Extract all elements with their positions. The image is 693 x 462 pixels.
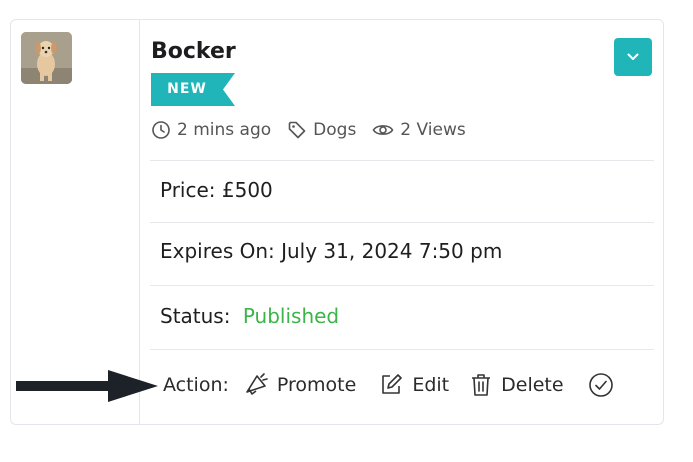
listing-thumbnail[interactable] bbox=[21, 32, 72, 84]
expires-row: Expires On: July 31, 2024 7:50 pm bbox=[160, 239, 503, 263]
tag-icon bbox=[288, 121, 306, 139]
divider bbox=[150, 160, 654, 161]
category-text: Dogs bbox=[313, 120, 357, 140]
action-bar: Action: Promote Edit Delete bbox=[163, 370, 622, 400]
new-badge: NEW bbox=[151, 73, 235, 106]
trash-icon bbox=[472, 374, 491, 396]
divider bbox=[150, 222, 654, 223]
clock-icon bbox=[152, 121, 170, 139]
edit-label: Edit bbox=[412, 374, 450, 396]
new-badge-label: NEW bbox=[167, 81, 207, 97]
category-link[interactable]: Dogs bbox=[287, 120, 356, 140]
action-label: Action: bbox=[163, 374, 229, 396]
view-count-text: 2 Views bbox=[400, 120, 466, 140]
listing-meta: 2 mins ago Dogs 2 Views bbox=[151, 117, 482, 143]
edit-button[interactable]: Edit bbox=[378, 372, 449, 398]
expand-toggle-button[interactable] bbox=[614, 38, 652, 76]
megaphone-icon bbox=[246, 373, 268, 395]
delete-button[interactable]: Delete bbox=[469, 372, 564, 398]
price-row: Price: £500 bbox=[160, 178, 273, 202]
mark-complete-button[interactable] bbox=[588, 372, 622, 398]
promote-button[interactable]: Promote bbox=[243, 372, 356, 398]
promote-label: Promote bbox=[276, 374, 357, 396]
check-circle-icon bbox=[588, 373, 613, 397]
status-value: Published bbox=[242, 304, 340, 328]
divider bbox=[150, 285, 654, 286]
edit-icon bbox=[382, 374, 403, 394]
column-divider bbox=[139, 19, 140, 425]
listing-title[interactable]: Bocker bbox=[151, 38, 236, 66]
status-row: Status: Published bbox=[160, 303, 339, 329]
posted-time-text: 2 mins ago bbox=[177, 120, 272, 140]
view-count: 2 Views bbox=[372, 120, 466, 140]
arrow-right-icon bbox=[16, 370, 158, 406]
divider bbox=[150, 349, 654, 350]
chevron-down-icon bbox=[627, 53, 639, 60]
eye-icon bbox=[372, 125, 394, 135]
delete-label: Delete bbox=[501, 374, 564, 396]
status-label: Status: bbox=[160, 304, 231, 328]
posted-time: 2 mins ago bbox=[151, 120, 271, 140]
